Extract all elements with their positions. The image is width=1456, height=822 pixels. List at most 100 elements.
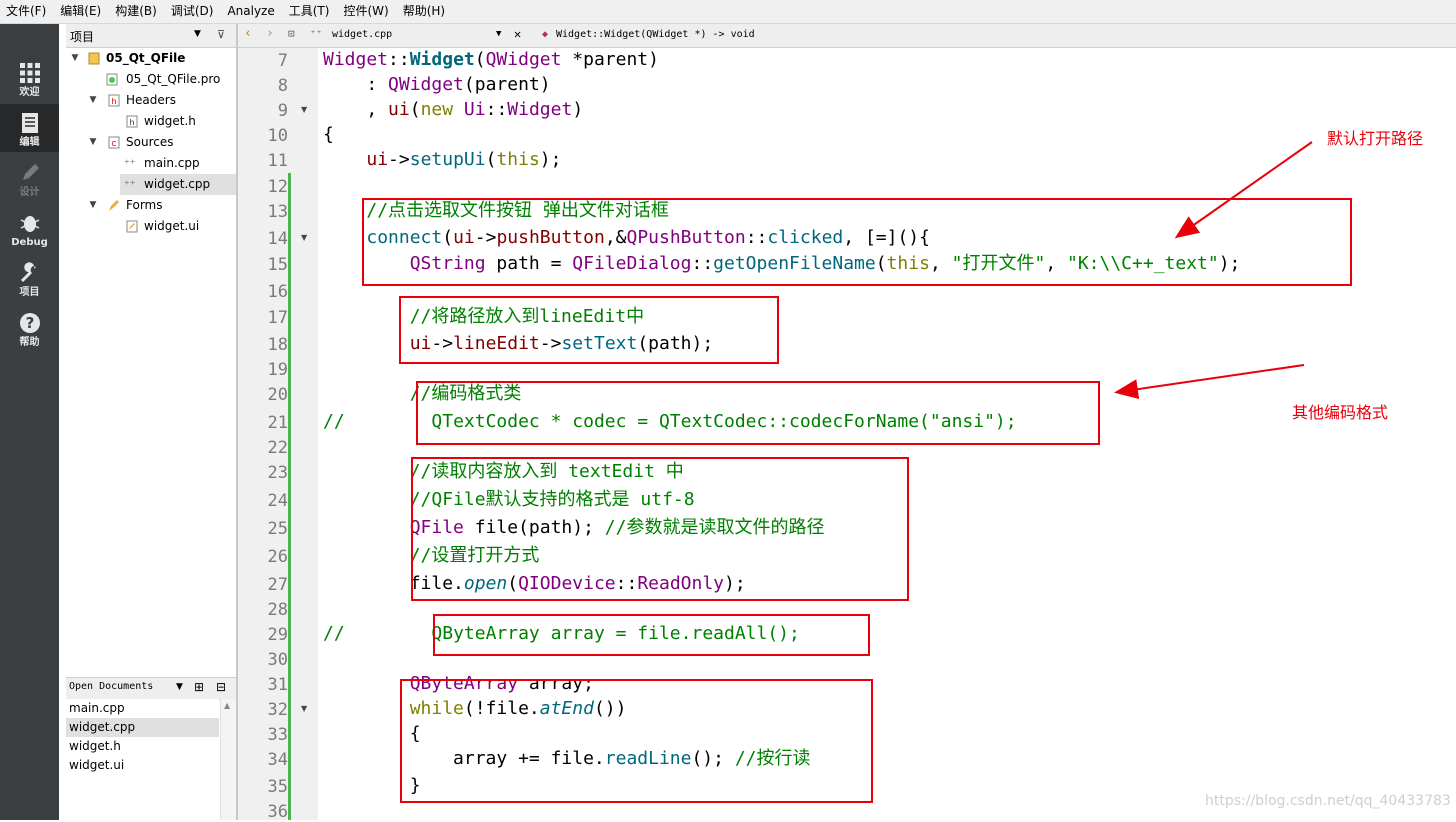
mode-sidebar: 欢迎 编辑 设计 Debug 项目 ? 帮助 bbox=[0, 24, 59, 820]
close-icon[interactable]: ✕ bbox=[514, 27, 521, 41]
line-number: 15 bbox=[267, 255, 288, 275]
tree-item-label: widget.ui bbox=[144, 219, 200, 233]
folder-icon: h bbox=[108, 94, 120, 107]
tree-item-label: Forms bbox=[126, 198, 163, 212]
open-document-item[interactable]: widget.ui bbox=[66, 756, 219, 775]
grid-icon bbox=[20, 63, 40, 83]
line-number: 25 bbox=[267, 519, 288, 539]
menu-help[interactable]: 帮助(H) bbox=[397, 0, 453, 23]
tree-item-widget-cpp[interactable]: ⁺⁺ widget.cpp bbox=[120, 174, 236, 195]
svg-text:h: h bbox=[129, 118, 134, 127]
annotation-note: 其他编码格式 bbox=[1292, 403, 1389, 422]
chevron-down-icon[interactable]: ▼ bbox=[496, 29, 501, 39]
tree-item-forms[interactable]: ▼ Forms bbox=[66, 195, 236, 216]
help-icon: ? bbox=[20, 313, 40, 333]
document-icon bbox=[22, 113, 38, 133]
tree-item-pro[interactable]: 05_Qt_QFile.pro bbox=[66, 69, 236, 90]
line-number: 36 bbox=[267, 802, 288, 822]
menu-controls[interactable]: 控件(W) bbox=[337, 0, 396, 23]
pencil-icon bbox=[23, 164, 39, 180]
line-number: 31 bbox=[267, 675, 288, 695]
open-document-item[interactable]: widget.cpp bbox=[66, 718, 219, 737]
menu-bar: 文件(F) 编辑(E) 构建(B) 调试(D) Analyze 工具(T) 控件… bbox=[0, 0, 1456, 24]
tree-item-project[interactable]: ▼ 05_Qt_QFile bbox=[66, 48, 236, 69]
open-document-item[interactable]: main.cpp bbox=[66, 699, 219, 718]
mode-welcome[interactable]: 欢迎 bbox=[0, 54, 59, 102]
current-file-selector[interactable]: widget.cpp bbox=[332, 29, 392, 40]
tree-item-sources[interactable]: ▼ C Sources bbox=[66, 132, 236, 153]
line-number: 34 bbox=[267, 750, 288, 770]
fold-marker-icon[interactable]: ▼ bbox=[301, 704, 307, 713]
close-panel-icon[interactable]: ⊟ bbox=[216, 680, 226, 694]
project-view-selector[interactable]: 项目 bbox=[70, 28, 94, 45]
chevron-down-icon[interactable]: ▼ bbox=[87, 132, 99, 153]
menu-file[interactable]: 文件(F) bbox=[0, 0, 54, 23]
line-number: 35 bbox=[267, 777, 288, 797]
tree-item-main-cpp[interactable]: ⁺⁺ main.cpp bbox=[66, 153, 236, 174]
tree-item-label: main.cpp bbox=[144, 156, 200, 170]
menu-edit[interactable]: 编辑(E) bbox=[54, 0, 109, 23]
fold-marker-icon[interactable]: ▼ bbox=[301, 233, 307, 242]
project-icon bbox=[88, 52, 100, 65]
line-number-gutter: 7 8 9 10 11 12 13 14 15 16 17 18 19 20 2… bbox=[238, 48, 318, 822]
open-documents-title[interactable]: Open Documents bbox=[69, 681, 153, 692]
tree-item-widget-h[interactable]: h widget.h bbox=[66, 111, 236, 132]
project-panel-toolbar: 项目 ▼ ⊽ bbox=[66, 24, 236, 48]
mode-design-label: 设计 bbox=[19, 187, 40, 198]
chevron-down-icon[interactable]: ▼ bbox=[176, 682, 183, 692]
open-documents-scrollbar[interactable]: ▲ bbox=[220, 699, 237, 820]
open-documents-list: main.cpp widget.cpp widget.h widget.ui bbox=[66, 699, 219, 820]
tree-item-headers[interactable]: ▼ h Headers bbox=[66, 90, 236, 111]
modified-lines-marker bbox=[288, 173, 291, 820]
mode-help[interactable]: ? 帮助 bbox=[0, 304, 59, 352]
mode-edit-label: 编辑 bbox=[19, 137, 40, 148]
mode-debug[interactable]: Debug bbox=[0, 204, 59, 252]
symbol-icon: ◆ bbox=[542, 29, 549, 40]
menu-tools[interactable]: 工具(T) bbox=[283, 0, 338, 23]
chevron-down-icon[interactable]: ▼ bbox=[69, 48, 81, 69]
chevron-down-icon[interactable]: ▼ bbox=[87, 90, 99, 111]
filter-icon[interactable]: ⊽ bbox=[214, 28, 228, 42]
back-icon[interactable]: ‹ bbox=[244, 26, 252, 41]
annotation-box bbox=[433, 614, 870, 656]
open-documents-header: Open Documents ▼ ⊞ ⊟ bbox=[66, 677, 236, 700]
line-number: 18 bbox=[267, 335, 288, 355]
mode-projects[interactable]: 项目 bbox=[0, 254, 59, 302]
symbol-selector[interactable]: Widget::Widget(QWidget *) -> void bbox=[556, 29, 755, 40]
mode-edit[interactable]: 编辑 bbox=[0, 104, 59, 152]
line-number: 22 bbox=[267, 438, 288, 458]
mode-design[interactable]: 设计 bbox=[0, 154, 59, 202]
split-icon[interactable]: ⊞ bbox=[194, 680, 204, 694]
line-number: 10 bbox=[267, 126, 288, 146]
tree-item-label: 05_Qt_QFile bbox=[106, 51, 186, 65]
menu-debug[interactable]: 调试(D) bbox=[165, 0, 222, 23]
line-number: 29 bbox=[267, 625, 288, 645]
mode-welcome-label: 欢迎 bbox=[19, 87, 40, 98]
line-number: 20 bbox=[267, 385, 288, 405]
open-document-item[interactable]: widget.h bbox=[66, 737, 219, 756]
editor-toolbar: ‹ › ⊡ ⁺⁺ widget.cpp ▼ ✕ ◆ Widget::Widget… bbox=[238, 24, 1456, 48]
tree-item-label: Sources bbox=[126, 135, 174, 149]
menu-build[interactable]: 构建(B) bbox=[109, 0, 165, 23]
pro-file-icon bbox=[106, 73, 118, 86]
line-number: 8 bbox=[277, 76, 288, 96]
header-file-icon: h bbox=[126, 115, 138, 128]
mode-projects-label: 项目 bbox=[19, 287, 40, 298]
chevron-down-icon[interactable]: ▼ bbox=[194, 29, 201, 39]
wrench-icon bbox=[20, 262, 36, 283]
code-line: : QWidget(parent) bbox=[323, 74, 551, 95]
menu-analyze[interactable]: Analyze bbox=[221, 0, 282, 23]
watermark: https://blog.csdn.net/qq_40433783 bbox=[1205, 793, 1451, 809]
line-number: 28 bbox=[267, 600, 288, 620]
annotation-box bbox=[400, 679, 873, 803]
annotation-note: 默认打开路径 bbox=[1327, 129, 1424, 148]
lock-icon[interactable]: ⊡ bbox=[288, 27, 295, 40]
chevron-down-icon[interactable]: ▼ bbox=[87, 195, 99, 216]
forward-icon[interactable]: › bbox=[266, 26, 274, 41]
fold-marker-icon[interactable]: ▼ bbox=[301, 105, 307, 114]
code-line: , ui(new Ui::Widget) bbox=[323, 99, 584, 120]
tree-item-widget-ui[interactable]: widget.ui bbox=[66, 216, 236, 237]
annotation-box bbox=[399, 296, 779, 364]
project-tree: ▼ 05_Qt_QFile 05_Qt_QFile.pro ▼ h Header… bbox=[66, 48, 236, 672]
ui-file-icon bbox=[126, 220, 138, 233]
